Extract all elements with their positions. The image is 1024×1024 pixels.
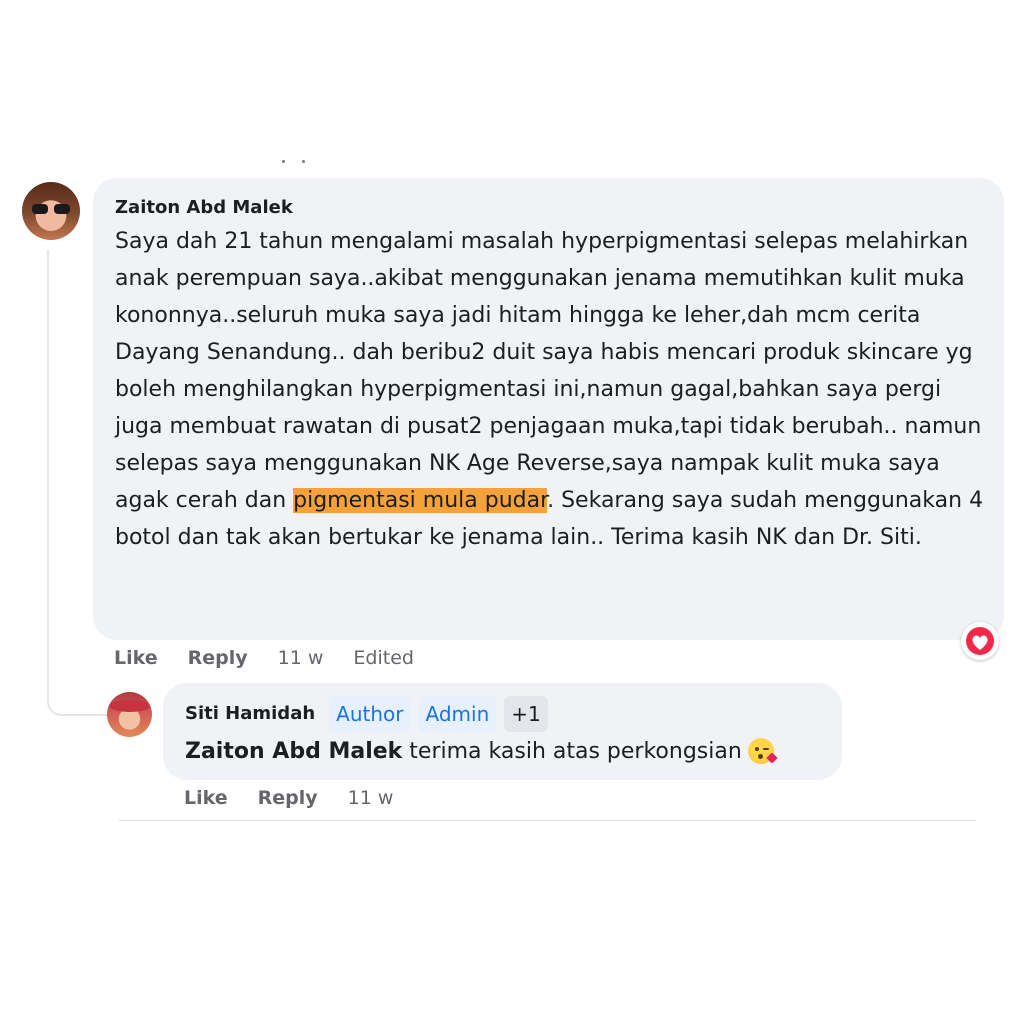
like-button[interactable]: Like	[184, 787, 228, 809]
hat-decoration	[109, 700, 150, 712]
reply-author-name[interactable]: Siti Hamidah	[185, 701, 315, 727]
edited-label: Edited	[353, 647, 414, 669]
reply-avatar[interactable]	[107, 692, 152, 737]
reply-bubble: Siti Hamidah Author Admin +1 Zaiton Abd …	[163, 683, 842, 780]
sunglasses-decoration	[32, 204, 70, 214]
admin-badge[interactable]: Admin	[418, 696, 497, 732]
comment-body: Saya dah 21 tahun mengalami masalah hype…	[115, 223, 984, 556]
comment-bubble: Zaiton Abd Malek Saya dah 21 tahun menga…	[93, 178, 1004, 640]
face-blowing-kiss-emoji	[747, 738, 778, 764]
divider	[118, 820, 976, 821]
reply-actions: Like Reply 11 w	[184, 787, 423, 809]
heart-reaction-icon[interactable]	[961, 622, 999, 660]
truncated-content-indicator	[282, 160, 312, 168]
mention-link[interactable]: Zaiton Abd Malek	[185, 739, 402, 764]
author-badge[interactable]: Author	[329, 696, 411, 732]
reply-header: Siti Hamidah Author Admin +1	[185, 696, 822, 732]
comment-actions: Like Reply 11 w Edited	[114, 647, 444, 669]
comment-author-name[interactable]: Zaiton Abd Malek	[115, 195, 984, 221]
reply-body: Zaiton Abd Malek terima kasih atas perko…	[185, 734, 822, 770]
reply-button[interactable]: Reply	[188, 647, 248, 669]
highlighted-text: pigmentasi mula pudar	[293, 488, 548, 513]
timestamp[interactable]: 11 w	[278, 647, 324, 669]
more-badges-button[interactable]: +1	[504, 696, 548, 732]
timestamp[interactable]: 11 w	[348, 787, 394, 809]
avatar[interactable]	[22, 182, 80, 240]
reply-button[interactable]: Reply	[258, 787, 318, 809]
reply-text: terima kasih atas perkongsian	[402, 739, 742, 764]
like-button[interactable]: Like	[114, 647, 158, 669]
comment-text-part: Saya dah 21 tahun mengalami masalah hype…	[115, 229, 982, 513]
